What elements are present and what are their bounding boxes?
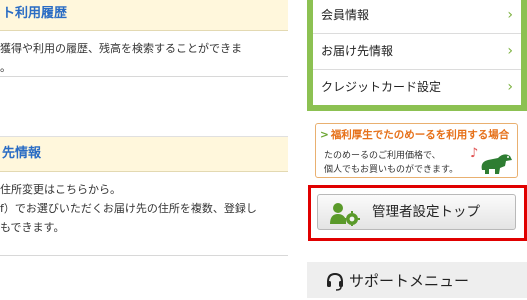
support-menu-label: サポートメニュー [349,272,470,290]
menu-item-label: お届け先情報 [321,44,394,58]
chevron-right-icon: › [507,43,513,59]
banner-line: 個人でもお買いものができます。 [324,165,459,175]
points-history-description: 獲得や利用の履歴、残高を検索することができま 。 [0,31,288,77]
menu-item-label: 会員情報 [321,8,370,22]
points-history-panel: ト利用履歴 獲得や利用の履歴、残高を検索することができま 。 [0,0,288,77]
support-menu[interactable]: サポートメニュー [307,262,527,298]
description-line: もできます。 [0,221,65,234]
points-history-title[interactable]: ト利用履歴 [0,0,288,31]
description-line: 住所変更はこちらから。 [0,183,121,196]
chevron-right-icon: › [507,79,513,95]
chevron-right-icon: › [507,7,513,23]
dinosaur-mascot-icon [481,154,512,174]
headset-icon [327,272,343,291]
arrow-right-icon: > [320,129,329,141]
delivery-info-description: 住所変更はこちらから。 f）でお選びいただくお届け先の住所を複数、登録し もでき… [0,172,288,237]
menu-item-delivery-info[interactable]: お届け先情報 › [313,34,521,70]
admin-settings-top-button[interactable]: 管理者設定トップ [317,194,516,230]
admin-gear-user-icon [330,203,360,226]
delivery-info-panel: 先情報 住所変更はこちらから。 f）でお選びいただくお届け先の住所を複数、登録し… [0,136,288,256]
admin-button-label: 管理者設定トップ [372,204,480,220]
description-line: 。 [0,61,11,74]
menu-item-label: クレジットカード設定 [321,80,442,94]
menu-item-member-info[interactable]: 会員情報 › [313,0,521,34]
banner-title: > 福利厚生でたのめーるを利用する場合 [320,129,510,141]
member-menu: 会員情報 › お届け先情報 › クレジットカード設定 › [307,0,527,111]
banner-line: たのめーるのご利用価格で、 [324,151,441,161]
delivery-info-title[interactable]: 先情報 [0,137,288,172]
welfare-banner[interactable]: > 福利厚生でたのめーるを利用する場合 たのめーるのご利用価格で、 個人でもお買い… [315,123,518,178]
menu-item-credit-card[interactable]: クレジットカード設定 › [313,70,521,105]
description-line: f）でお選びいただくお届け先の住所を複数、登録し [0,202,257,215]
description-line: 獲得や利用の履歴、残高を検索することができま [0,42,242,55]
admin-highlight-box: 管理者設定トップ [308,185,527,241]
